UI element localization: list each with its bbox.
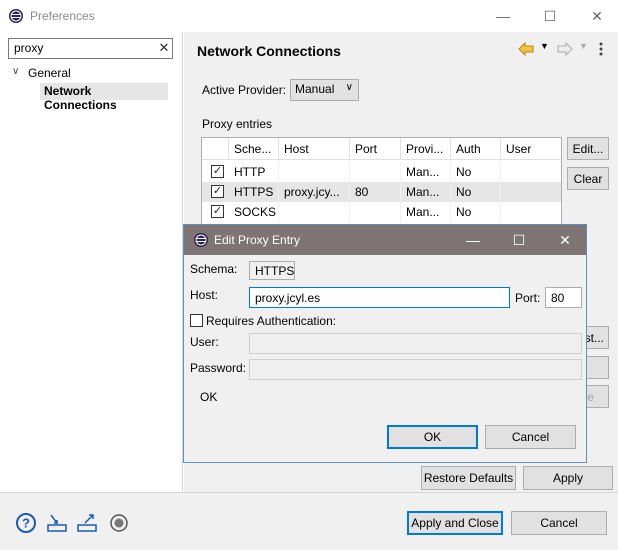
cell-provider: Man... <box>401 162 451 182</box>
cancel-button[interactable]: Cancel <box>511 511 607 535</box>
cell-schema: HTTP <box>229 162 279 182</box>
apply-and-close-button[interactable]: Apply and Close <box>407 511 503 535</box>
cell-auth: No <box>451 202 501 222</box>
eclipse-logo-icon <box>9 9 23 23</box>
restore-defaults-button[interactable]: Restore Defaults <box>421 466 516 490</box>
close-button[interactable]: ✕ <box>582 5 612 27</box>
help-icon[interactable]: ? <box>15 512 37 534</box>
dialog-close-button[interactable]: ✕ <box>551 229 579 251</box>
user-label: User: <box>190 335 219 349</box>
cell-host: proxy.jcy... <box>279 182 350 202</box>
password-input <box>249 359 582 380</box>
cell-host <box>279 162 350 182</box>
clear-filter-icon[interactable]: ✕ <box>157 40 171 56</box>
forward-dropdown-icon[interactable]: ▼ <box>579 41 588 51</box>
cell-user <box>501 162 561 182</box>
host-label: Host: <box>190 288 219 302</box>
cell-schema: HTTPS <box>229 182 279 202</box>
row-checkbox[interactable]: ✓ <box>211 185 224 198</box>
cell-auth: No <box>451 182 501 202</box>
column-header-host[interactable]: Host <box>279 138 350 160</box>
proxy-entries-table[interactable]: Sche... Host Port Provi... Auth User ✓ H… <box>201 137 562 229</box>
eclipse-logo-icon <box>194 233 208 247</box>
cell-host <box>279 202 350 222</box>
schema-value: HTTPS <box>249 261 295 280</box>
record-icon[interactable] <box>108 512 130 534</box>
cell-user <box>501 202 561 222</box>
port-input[interactable]: 80 <box>545 287 582 308</box>
apply-button[interactable]: Apply <box>523 466 613 490</box>
page-title: Network Connections <box>197 43 341 59</box>
tree-item-network-connections[interactable]: Network Connections <box>40 83 168 112</box>
row-checkbox[interactable]: ✓ <box>211 205 224 218</box>
ok-button[interactable]: OK <box>387 425 478 449</box>
user-input <box>249 333 582 354</box>
chevron-down-icon: ∨ <box>345 82 353 93</box>
cell-port: 80 <box>350 182 401 202</box>
cell-port <box>350 202 401 222</box>
export-icon[interactable] <box>76 512 98 534</box>
dialog-maximize-button[interactable]: ☐ <box>505 229 533 251</box>
minimize-button[interactable]: — <box>488 5 518 27</box>
host-input[interactable]: proxy.jcyl.es <box>249 287 510 308</box>
column-header-provider[interactable]: Provi... <box>401 138 451 160</box>
back-dropdown-icon[interactable]: ▼ <box>540 41 549 51</box>
proxy-entries-label: Proxy entries <box>202 117 273 131</box>
import-icon[interactable] <box>46 512 68 534</box>
cell-user <box>501 182 561 202</box>
active-provider-label: Active Provider: <box>202 83 287 97</box>
filter-input[interactable]: proxy <box>8 38 173 59</box>
cell-port <box>350 162 401 182</box>
view-menu-icon[interactable] <box>598 41 604 57</box>
column-header-check[interactable] <box>202 138 229 160</box>
cell-provider: Man... <box>401 182 451 202</box>
cell-provider: Man... <box>401 202 451 222</box>
row-checkbox[interactable]: ✓ <box>211 165 224 178</box>
forward-arrow-icon[interactable] <box>557 42 573 56</box>
active-provider-value: Manual <box>295 82 335 96</box>
clear-button[interactable]: Clear <box>567 167 609 190</box>
back-arrow-icon[interactable] <box>518 42 534 56</box>
requires-authentication-checkbox[interactable] <box>190 314 203 327</box>
dialog-title: Edit Proxy Entry <box>214 233 301 247</box>
column-header-user[interactable]: User <box>501 138 561 160</box>
edit-proxy-entry-dialog: Edit Proxy Entry — ☐ ✕ Schema: HTTPS Hos… <box>183 224 587 463</box>
password-label: Password: <box>190 361 247 375</box>
requires-authentication-label[interactable]: Requires Authentication: <box>206 314 336 328</box>
column-header-port[interactable]: Port <box>350 138 401 160</box>
column-header-auth[interactable]: Auth <box>451 138 501 160</box>
window-title: Preferences <box>30 9 95 23</box>
port-label: Port: <box>515 291 541 305</box>
active-provider-select[interactable]: Manual ∨ <box>290 79 359 101</box>
tree-item-general[interactable]: General <box>28 66 71 80</box>
cell-schema: SOCKS <box>229 202 279 222</box>
edit-button[interactable]: Edit... <box>567 137 609 160</box>
schema-label: Schema: <box>190 262 238 276</box>
svg-text:?: ? <box>22 516 30 531</box>
dialog-minimize-button[interactable]: — <box>459 229 487 251</box>
cell-auth: No <box>451 162 501 182</box>
dialog-titlebar: Edit Proxy Entry — ☐ ✕ <box>184 225 586 255</box>
maximize-button[interactable]: ☐ <box>535 5 565 27</box>
dialog-cancel-button[interactable]: Cancel <box>485 425 576 449</box>
chevron-down-icon[interactable]: ∨ <box>12 66 19 77</box>
dialog-status-message: OK <box>200 390 218 404</box>
window-titlebar: Preferences — ☐ ✕ <box>0 0 618 32</box>
column-header-schema[interactable]: Sche... <box>229 138 279 160</box>
